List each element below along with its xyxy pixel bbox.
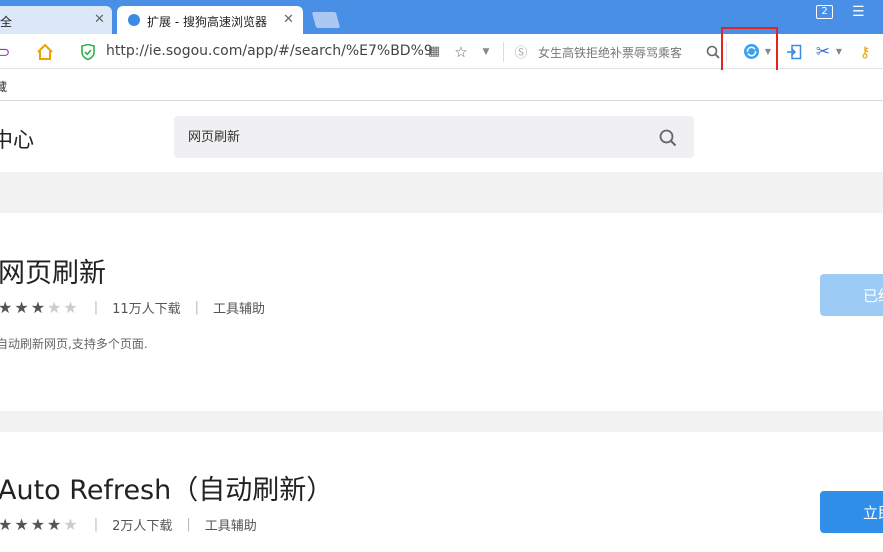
close-icon[interactable]: ✕: [94, 12, 105, 27]
star-icon: ★: [47, 298, 62, 317]
exit-icon[interactable]: [784, 34, 804, 69]
star-icon: ★: [14, 515, 29, 534]
page-title: 中心: [0, 128, 34, 152]
search-icon[interactable]: [704, 34, 722, 69]
star-icon: ★: [30, 298, 46, 317]
tab-count-badge[interactable]: 2: [816, 5, 833, 19]
close-icon[interactable]: ✕: [283, 12, 294, 27]
divider: |: [93, 300, 99, 315]
search-suggestion[interactable]: 女生高铁拒绝补票辱骂乘客: [538, 44, 682, 61]
tab-label: 全: [0, 15, 13, 29]
installed-button[interactable]: 已经添加: [820, 274, 883, 316]
extension-meta: ★ ★ ★ ★ ★ | 2万人下载 | 工具辅助: [0, 515, 257, 534]
extension-name[interactable]: Auto Refresh（自动刷新）: [0, 468, 333, 507]
star-icon: ★: [0, 298, 13, 317]
star-icon: ★: [30, 515, 46, 534]
extension-description: 自动刷新网页,支持多个页面.: [0, 337, 148, 351]
star-icon: ★: [0, 515, 13, 534]
divider: |: [93, 517, 99, 532]
star-icon: ★: [63, 298, 78, 317]
menu-icon[interactable]: ☰: [852, 4, 865, 20]
chevron-down-icon[interactable]: ▼: [834, 34, 844, 69]
back-icon[interactable]: ⊃: [0, 34, 12, 69]
category: 工具辅助: [213, 302, 266, 317]
extension-meta: ★ ★ ★ ★ ★ | 11万人下载 | 工具辅助: [0, 298, 265, 317]
star-icon: ★: [63, 515, 78, 534]
extension-name[interactable]: 网页刷新: [0, 251, 106, 290]
search-input[interactable]: [188, 128, 648, 143]
shield-icon[interactable]: [78, 34, 98, 69]
qr-code-icon[interactable]: ▦: [425, 34, 443, 69]
sogou-logo-icon: [128, 14, 140, 26]
extension-search: [174, 116, 694, 158]
sogou-search-icon: Ⓢ: [514, 46, 528, 61]
divider: |: [186, 517, 191, 532]
star-icon: ★: [14, 298, 29, 317]
divider: [503, 42, 504, 62]
scissors-icon[interactable]: ✂: [812, 34, 834, 69]
chevron-down-icon[interactable]: ▼: [480, 34, 492, 69]
download-count: 2万人下载: [112, 519, 173, 534]
new-tab-button[interactable]: [311, 12, 341, 28]
home-icon[interactable]: [34, 34, 56, 69]
category: 工具辅助: [204, 519, 257, 534]
extension-card[interactable]: 网页刷新 ★ ★ ★ ★ ★ | 11万人下载 | 工具辅助 自动刷新网页,支持…: [0, 213, 883, 411]
divider: |: [194, 300, 200, 315]
key-icon[interactable]: ⚷: [855, 34, 875, 69]
extension-card[interactable]: Auto Refresh（自动刷新） ★ ★ ★ ★ ★ | 2万人下载 | 工…: [0, 432, 883, 552]
address-bar[interactable]: http://ie.sogou.com/app/#/search/%E7%BD%…: [106, 43, 433, 59]
search-icon[interactable]: [659, 129, 677, 147]
bookmarks-bar: 藏: [0, 70, 883, 101]
tab-inactive[interactable]: 全 ✕: [0, 6, 112, 34]
page-header: 中心: [0, 102, 883, 172]
tab-label: 扩展 - 搜狗高速浏览器: [147, 15, 267, 29]
download-count: 11万人下载: [112, 302, 181, 317]
star-icon[interactable]: ☆: [452, 34, 470, 69]
bookmark-item[interactable]: 藏: [0, 78, 7, 95]
star-icon: ★: [47, 515, 62, 534]
tab-active[interactable]: 扩展 - 搜狗高速浏览器 ✕: [117, 6, 303, 34]
